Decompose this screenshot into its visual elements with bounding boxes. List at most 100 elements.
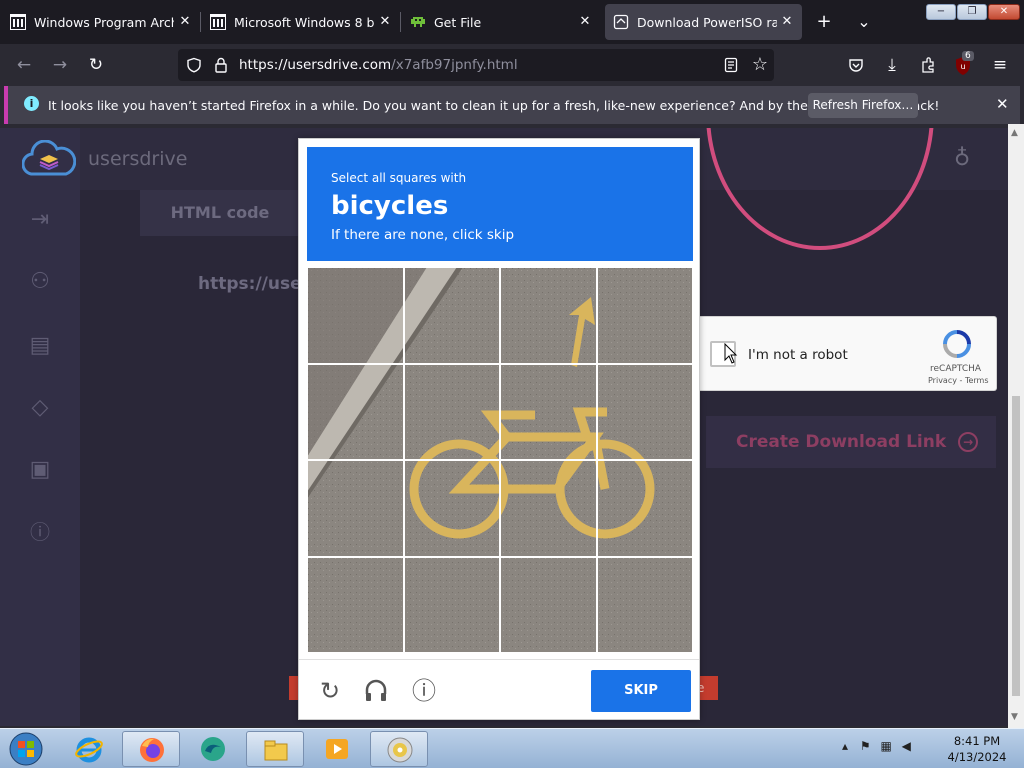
challenge-tile[interactable]	[596, 556, 693, 653]
reader-view-icon[interactable]	[724, 57, 738, 73]
challenge-tile[interactable]	[596, 363, 693, 460]
tab-html-code[interactable]: HTML code	[140, 190, 300, 236]
refresh-firefox-button[interactable]: Refresh Firefox…	[808, 93, 918, 118]
challenge-tile[interactable]	[596, 460, 693, 557]
forward-icon[interactable]: →	[48, 53, 72, 77]
maximize-button[interactable]: ❐	[957, 4, 987, 20]
challenge-footer: ↻ ⓘ SKIP	[299, 659, 699, 719]
challenge-tile[interactable]	[403, 556, 500, 653]
network-icon[interactable]: ▦	[880, 739, 891, 753]
museum-icon	[10, 14, 26, 30]
challenge-tile[interactable]	[500, 460, 597, 557]
login-icon[interactable]: ⇥	[26, 206, 54, 234]
clock[interactable]: 8:41 PM 4/13/2024	[942, 733, 1012, 765]
reload-icon[interactable]: ↻	[84, 53, 108, 77]
close-notification-icon[interactable]: ✕	[996, 95, 1009, 113]
news-icon[interactable]: ▤	[26, 332, 54, 360]
challenge-tile[interactable]	[403, 267, 500, 364]
tab-windows-program-archive[interactable]: Windows Program Archive ✕	[2, 4, 201, 40]
terms-link[interactable]: Terms	[965, 376, 989, 385]
usersdrive-logo	[22, 140, 76, 176]
challenge-instruction: Select all squares with	[331, 171, 467, 185]
taskbar-media-player[interactable]	[308, 731, 366, 767]
tab-get-file[interactable]: Get File ✕	[402, 4, 600, 40]
info-icon[interactable]: ⓘ	[26, 518, 54, 546]
scroll-thumb[interactable]	[1012, 396, 1020, 696]
audio-challenge-icon[interactable]	[363, 678, 389, 704]
add-user-icon[interactable]: ⚇	[26, 268, 54, 296]
url-bar[interactable]: https://usersdrive.com/x7afb97jpnfy.html…	[178, 49, 774, 81]
close-tab-icon[interactable]: ✕	[778, 13, 796, 31]
challenge-tile[interactable]	[307, 363, 404, 460]
taskbar-browser[interactable]	[184, 731, 242, 767]
create-download-link-button[interactable]: Create Download Link →	[706, 416, 996, 468]
bookmark-star-icon[interactable]: ☆	[748, 53, 772, 77]
info-icon[interactable]: ⓘ	[411, 678, 437, 704]
svg-text:u: u	[960, 62, 965, 71]
site-brand: usersdrive	[88, 148, 188, 170]
recaptcha-brand: reCAPTCHA	[930, 364, 982, 374]
challenge-tile[interactable]	[307, 556, 404, 653]
red-button-right[interactable]: e	[697, 676, 718, 700]
close-tab-icon[interactable]: ✕	[576, 13, 594, 31]
tab-strip: Windows Program Archive ✕ Microsoft Wind…	[0, 0, 1024, 44]
taskbar: ▴ ⚑ ▦ ◀ 8:41 PM 4/13/2024	[0, 728, 1024, 768]
recaptcha-label: I'm not a robot	[748, 347, 848, 363]
challenge-tile[interactable]	[500, 556, 597, 653]
tab-download-poweriso[interactable]: Download PowerISO rar ✕	[605, 4, 802, 40]
page-scrollbar[interactable]: ▲ ▼	[1008, 124, 1024, 728]
start-button[interactable]	[4, 731, 48, 767]
money-icon[interactable]: ▣	[26, 456, 54, 484]
challenge-tile[interactable]	[500, 267, 597, 364]
close-window-button[interactable]: ✕	[988, 4, 1020, 20]
challenge-tile[interactable]	[500, 363, 597, 460]
show-hidden-icons-icon[interactable]: ▴	[842, 739, 848, 753]
challenge-tile[interactable]	[307, 267, 404, 364]
challenge-tile[interactable]	[596, 267, 693, 364]
skip-button[interactable]: SKIP	[591, 670, 691, 712]
shield-icon[interactable]	[186, 57, 202, 73]
clock-date: 4/13/2024	[947, 750, 1007, 764]
taskbar-file-explorer[interactable]	[246, 731, 304, 767]
diamond-icon[interactable]: ◇	[26, 394, 54, 422]
museum-icon	[210, 14, 226, 30]
media-player-icon	[326, 739, 348, 759]
downloads-icon[interactable]: ⤓	[880, 53, 904, 77]
taskbar-firefox[interactable]	[122, 731, 180, 767]
edge-like-icon	[201, 737, 225, 761]
challenge-tile[interactable]	[403, 460, 500, 557]
minimize-button[interactable]: −	[926, 4, 956, 20]
scroll-up-icon[interactable]: ▲	[1011, 128, 1018, 138]
lock-icon[interactable]	[214, 57, 228, 73]
invader-icon	[411, 17, 425, 27]
new-tab-button[interactable]: +	[812, 10, 836, 34]
volume-muted-icon[interactable]: ◀	[902, 739, 911, 753]
pocket-icon[interactable]	[848, 57, 864, 73]
close-tab-icon[interactable]: ✕	[376, 13, 394, 31]
menu-icon[interactable]: ≡	[988, 53, 1012, 77]
tab-title: Download PowerISO rar	[637, 14, 777, 30]
scroll-down-icon[interactable]: ▼	[1011, 712, 1018, 722]
list-all-tabs-button[interactable]: ⌄	[852, 10, 876, 34]
tab-title: Get File	[434, 14, 482, 30]
recaptcha-widget: I'm not a robot reCAPTCHA Privacy - Term…	[700, 316, 997, 391]
action-center-flag-icon[interactable]: ⚑	[860, 739, 871, 753]
lightbulb-icon[interactable]: ♁	[954, 146, 970, 171]
challenge-tile[interactable]	[307, 460, 404, 557]
arrow-right-icon: →	[958, 432, 979, 452]
extension-badge: 6	[962, 51, 974, 61]
internet-explorer-icon	[75, 737, 103, 763]
taskbar-disc-app[interactable]	[370, 731, 428, 767]
firefox-icon	[140, 738, 164, 762]
challenge-tile[interactable]	[403, 363, 500, 460]
url-text[interactable]: https://usersdrive.com/x7afb97jpnfy.html	[239, 57, 518, 73]
tab-microsoft-windows-8[interactable]: Microsoft Windows 8 build ✕	[202, 4, 401, 40]
extensions-icon[interactable]	[920, 56, 937, 74]
recaptcha-logo-icon	[943, 330, 971, 358]
back-icon[interactable]: ←	[12, 53, 36, 77]
close-tab-icon[interactable]: ✕	[176, 13, 194, 31]
taskbar-internet-explorer[interactable]	[60, 731, 118, 767]
tab-title: Windows Program Archive	[34, 14, 174, 30]
refresh-icon[interactable]: ↻	[317, 678, 343, 704]
privacy-link[interactable]: Privacy	[928, 376, 957, 385]
